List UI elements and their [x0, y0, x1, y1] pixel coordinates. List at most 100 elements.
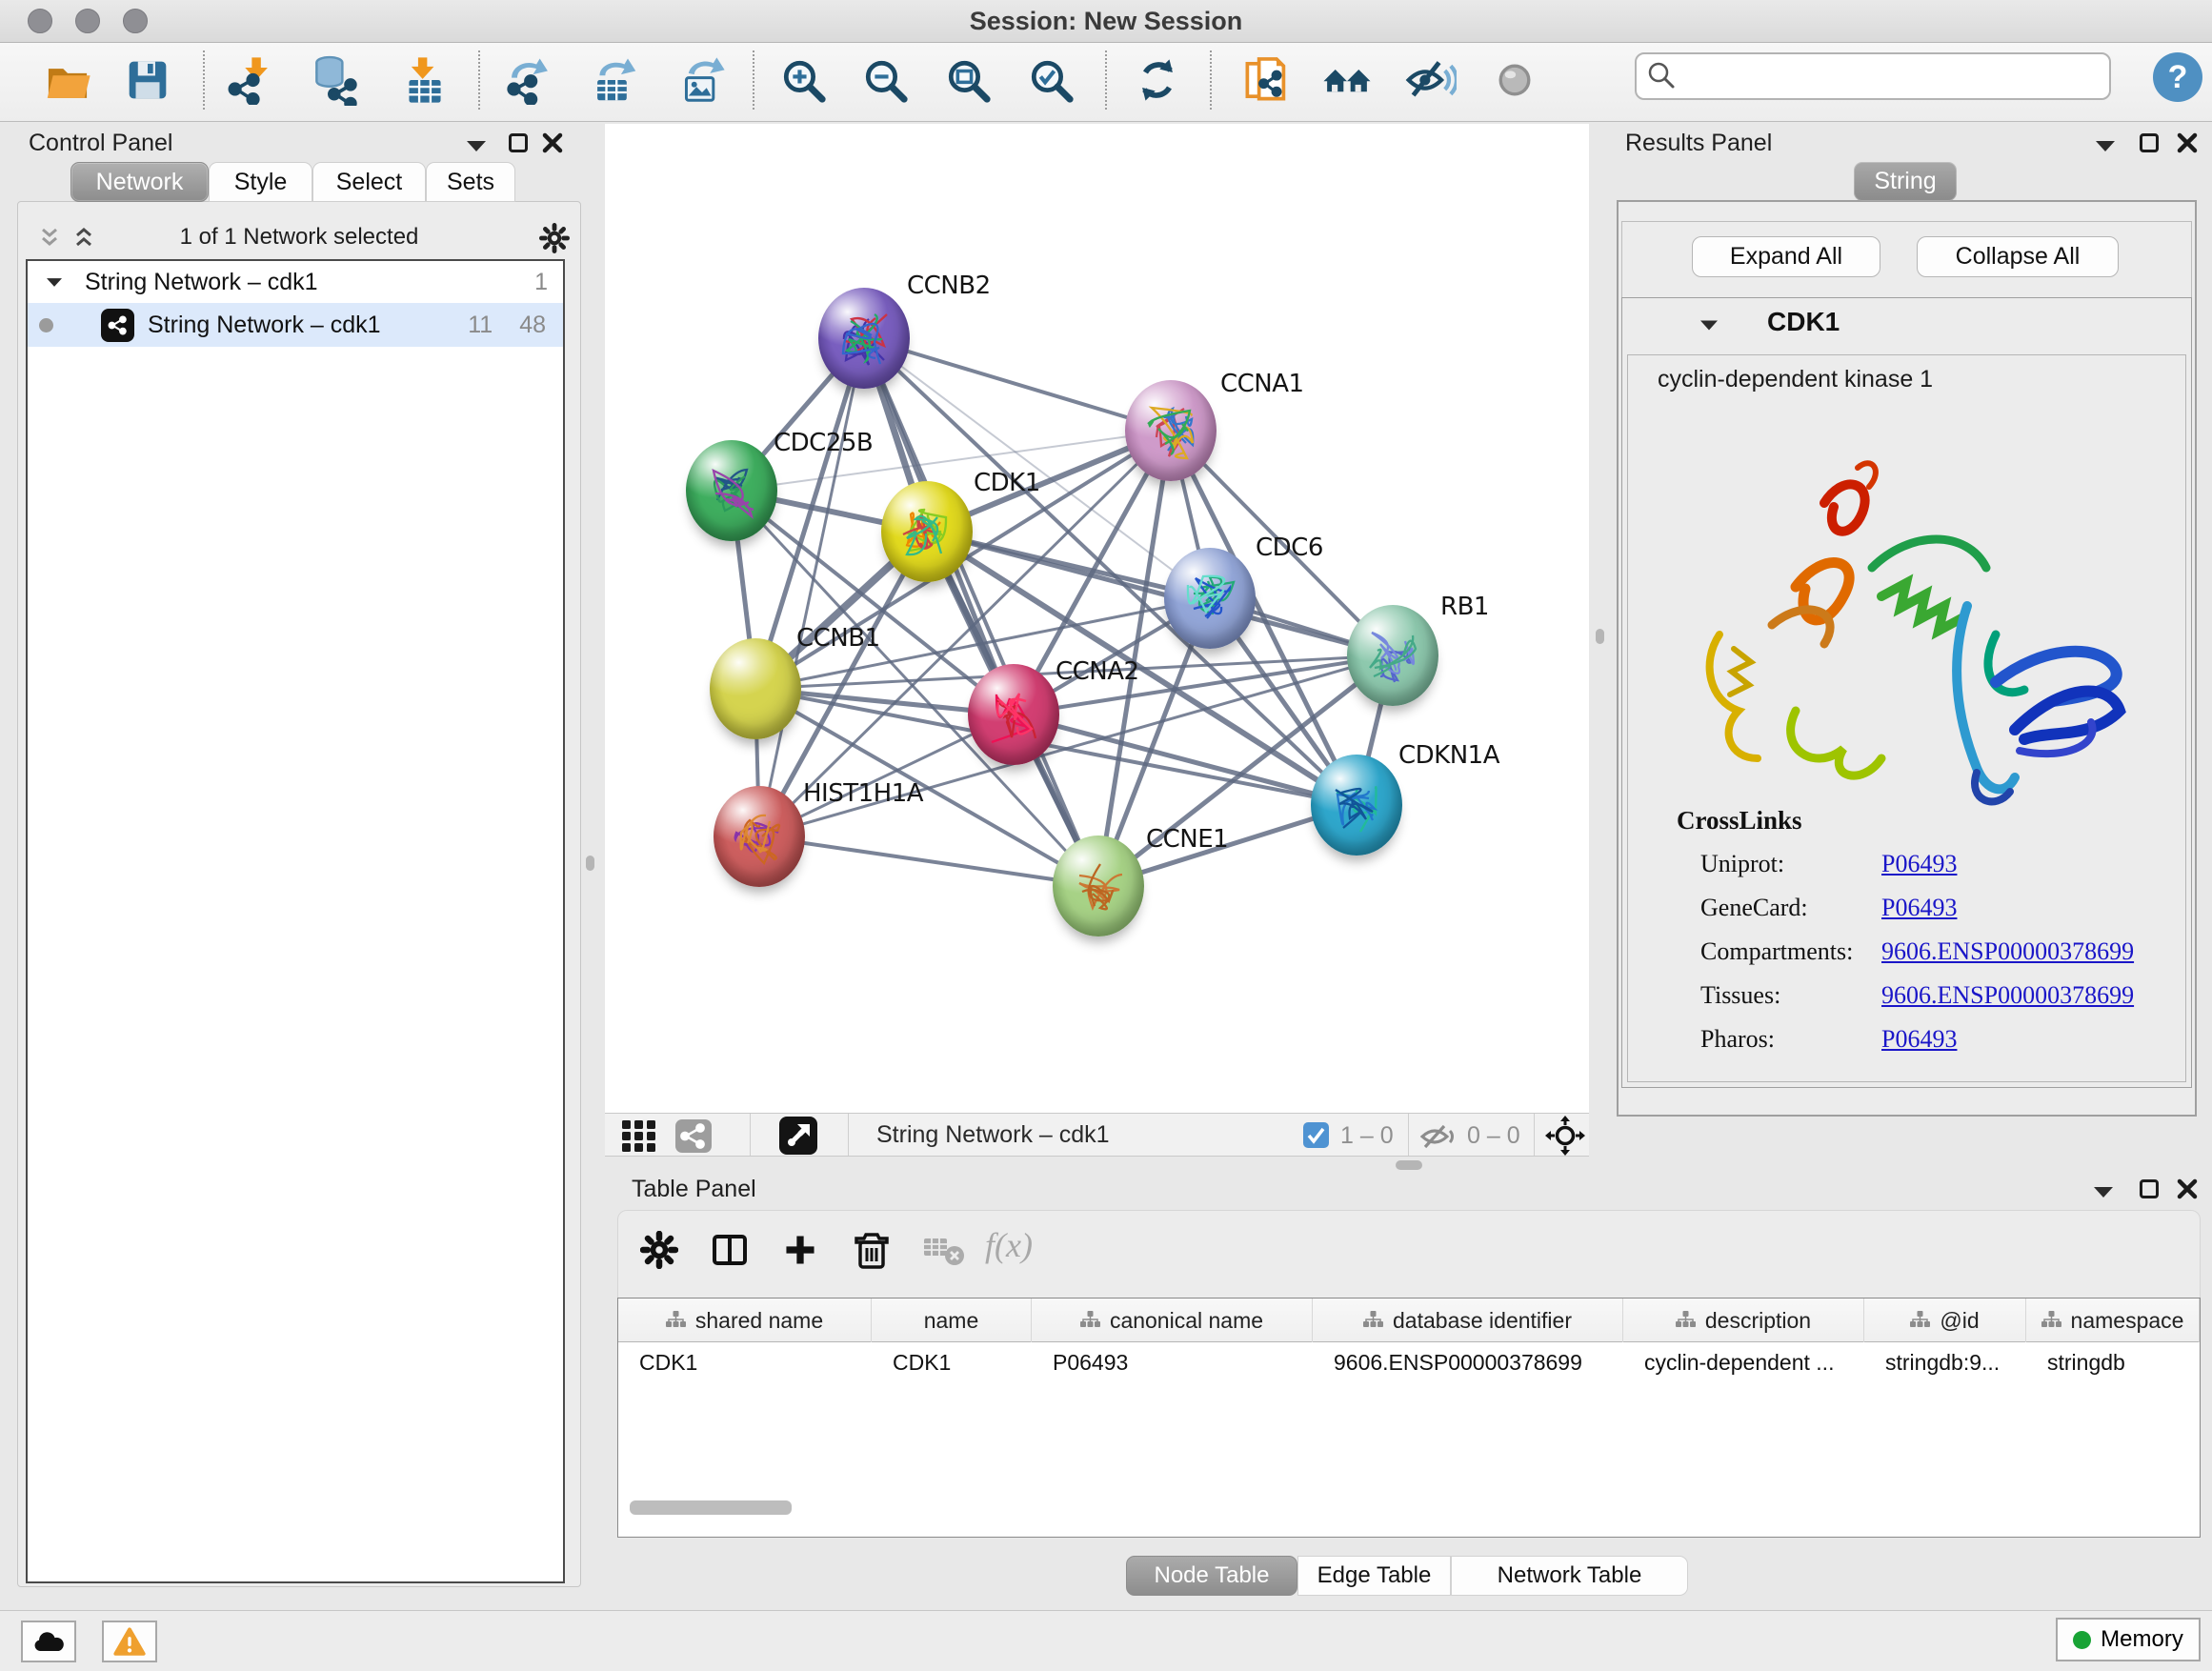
- network-node-CCNA1[interactable]: [1125, 380, 1217, 481]
- share-view-icon[interactable]: [675, 1119, 712, 1153]
- hierarchy-icon: [2041, 1308, 2061, 1334]
- network-node-HIST1H1A[interactable]: [714, 786, 805, 887]
- network-node-CCNE1[interactable]: [1053, 836, 1144, 936]
- control-panel-menu-icon[interactable]: [467, 141, 486, 151]
- table-cell[interactable]: stringdb: [2026, 1342, 2200, 1382]
- houses-icon: [1321, 54, 1373, 106]
- import-network-database-button[interactable]: [307, 43, 364, 117]
- column-header-description[interactable]: description: [1623, 1299, 1864, 1342]
- search-input[interactable]: [1635, 52, 2111, 100]
- birds-eye-view-icon[interactable]: [779, 1117, 817, 1155]
- delete-column-trash-icon[interactable]: [851, 1229, 893, 1271]
- hidden-eye-icon[interactable]: [1420, 1123, 1458, 1150]
- memory-button[interactable]: Memory: [2056, 1618, 2201, 1661]
- warning-icon: [113, 1627, 146, 1657]
- network-share-icon: [101, 309, 134, 342]
- level-of-detail-button[interactable]: [1486, 43, 1543, 117]
- network-node-CDK1[interactable]: [881, 481, 973, 582]
- crosslink-link[interactable]: 9606.ENSP00000378699: [1881, 981, 2134, 1010]
- export-table-button[interactable]: [587, 43, 644, 117]
- network-node-CCNA2[interactable]: [968, 664, 1059, 765]
- network-row-selected[interactable]: String Network – cdk1 11 48: [28, 303, 563, 347]
- network-node-CCNB1[interactable]: [710, 638, 801, 739]
- zoom-in-button[interactable]: [774, 43, 832, 117]
- left-splitter-handle[interactable]: [586, 856, 594, 871]
- table-cell[interactable]: CDK1: [618, 1342, 872, 1382]
- network-canvas[interactable]: CCNB2CCNA1CDC25BCDK1CDC6RB1CCNB1CCNA2CDK…: [605, 124, 1589, 1113]
- refresh-button[interactable]: [1129, 43, 1186, 117]
- control-tab-style[interactable]: Style: [209, 162, 312, 202]
- tab-edge-table[interactable]: Edge Table: [1297, 1556, 1451, 1596]
- results-panel-menu-icon[interactable]: [2096, 141, 2115, 151]
- table-cell[interactable]: P06493: [1032, 1342, 1313, 1382]
- table-cell[interactable]: CDK1: [872, 1342, 1032, 1382]
- table-panel-close-icon[interactable]: [2176, 1178, 2199, 1200]
- collapse-all-button[interactable]: Collapse All: [1917, 236, 2119, 277]
- column-header-shared-name[interactable]: shared name: [618, 1299, 872, 1342]
- save-session-button[interactable]: [119, 43, 176, 117]
- zoom-selected-button[interactable]: [1022, 43, 1079, 117]
- import-network-file-button[interactable]: [221, 43, 278, 117]
- table-settings-gear-icon[interactable]: [640, 1231, 678, 1269]
- table-row[interactable]: CDK1CDK1P064939606.ENSP00000378699cyclin…: [618, 1342, 2200, 1382]
- open-session-button[interactable]: [39, 43, 96, 117]
- network-node-CDC6[interactable]: [1164, 548, 1256, 649]
- pan-crosshair-icon[interactable]: [1545, 1116, 1585, 1156]
- right-splitter-handle[interactable]: [1596, 629, 1604, 644]
- control-panel-float-icon[interactable]: [509, 133, 528, 152]
- network-collection-row[interactable]: String Network – cdk1 1: [28, 261, 563, 303]
- crosslink-link[interactable]: P06493: [1881, 894, 1957, 922]
- table-panel-menu-icon[interactable]: [2094, 1187, 2113, 1198]
- column-header-canonical-name[interactable]: canonical name: [1032, 1299, 1313, 1342]
- help-button[interactable]: ?: [2153, 52, 2202, 102]
- crosslink-link[interactable]: P06493: [1881, 850, 1957, 878]
- tab-node-table[interactable]: Node Table: [1126, 1556, 1297, 1596]
- network-node-RB1[interactable]: [1347, 605, 1438, 706]
- export-table-icon: [591, 55, 640, 105]
- network-node-CDC25B[interactable]: [686, 440, 777, 541]
- tab-string[interactable]: String: [1854, 162, 1957, 201]
- control-tab-select[interactable]: Select: [312, 162, 426, 202]
- results-panel-close-icon[interactable]: [2176, 131, 2199, 154]
- collection-expand-icon[interactable]: [47, 278, 62, 287]
- grid-view-icon[interactable]: [622, 1120, 657, 1152]
- table-cell[interactable]: cyclin-dependent ...: [1623, 1342, 1864, 1382]
- crosslinks-title: CrossLinks: [1677, 806, 1802, 836]
- gear-icon[interactable]: [539, 223, 570, 253]
- import-table-icon: [400, 55, 450, 105]
- import-table-file-button[interactable]: [396, 43, 453, 117]
- share-document-button[interactable]: [1237, 43, 1295, 117]
- crosslink-link[interactable]: P06493: [1881, 1025, 1957, 1054]
- cloud-button[interactable]: [21, 1621, 76, 1662]
- show-columns-icon[interactable]: [709, 1229, 751, 1271]
- table-cell[interactable]: 9606.ENSP00000378699: [1313, 1342, 1623, 1382]
- warning-button[interactable]: [102, 1621, 157, 1662]
- selected-checkbox-icon[interactable]: [1303, 1122, 1329, 1148]
- entry-collapse-icon[interactable]: [1700, 321, 1718, 331]
- network-node-CDKN1A[interactable]: [1311, 755, 1402, 856]
- zoom-out-button[interactable]: [856, 43, 914, 117]
- column-header--id[interactable]: @id: [1864, 1299, 2026, 1342]
- column-header-name[interactable]: name: [872, 1299, 1032, 1342]
- network-node-CCNB2[interactable]: [818, 288, 910, 389]
- horizontal-splitter-handle[interactable]: [1396, 1160, 1422, 1170]
- horizontal-scrollbar[interactable]: [630, 1500, 792, 1515]
- column-header-database-identifier[interactable]: database identifier: [1313, 1299, 1623, 1342]
- home-button[interactable]: [1318, 43, 1376, 117]
- crosslink-link[interactable]: 9606.ENSP00000378699: [1881, 937, 2134, 966]
- export-network-button[interactable]: [501, 43, 558, 117]
- table-panel-float-icon[interactable]: [2140, 1179, 2159, 1198]
- zoom-in-icon: [778, 55, 828, 105]
- zoom-fit-button[interactable]: [939, 43, 996, 117]
- control-tab-network[interactable]: Network: [70, 162, 209, 202]
- tab-network-table[interactable]: Network Table: [1451, 1556, 1688, 1596]
- create-column-plus-icon[interactable]: [781, 1231, 819, 1269]
- control-panel-close-icon[interactable]: [541, 131, 564, 154]
- export-image-button[interactable]: [674, 43, 731, 117]
- hide-details-button[interactable]: [1402, 43, 1459, 117]
- column-header-namespace[interactable]: namespace: [2026, 1299, 2200, 1342]
- results-panel-float-icon[interactable]: [2140, 133, 2159, 152]
- expand-all-button[interactable]: Expand All: [1692, 236, 1880, 277]
- control-tab-sets[interactable]: Sets: [426, 162, 515, 202]
- table-cell[interactable]: stringdb:9...: [1864, 1342, 2026, 1382]
